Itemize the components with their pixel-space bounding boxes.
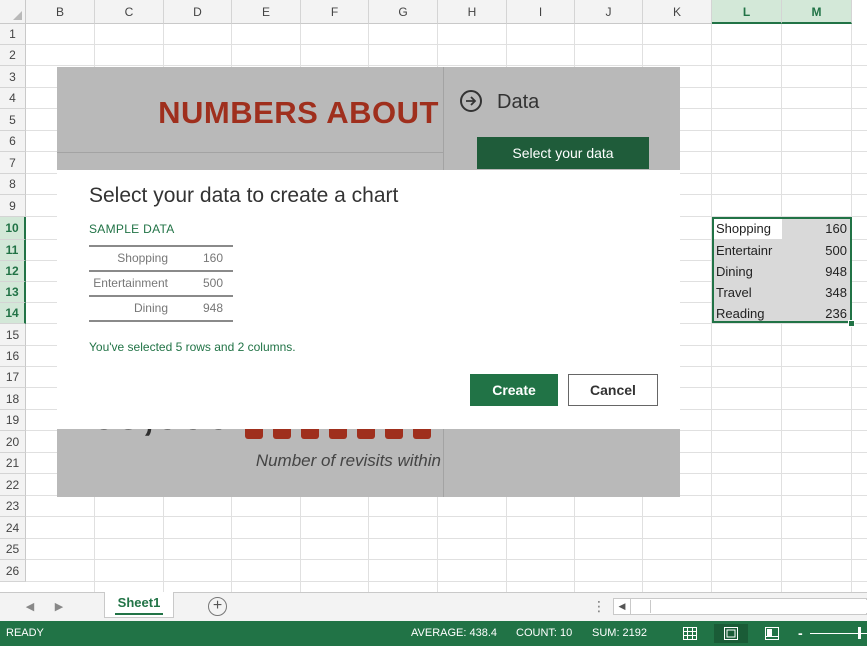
normal-view-icon[interactable] (673, 624, 707, 643)
row-header-21[interactable]: 21 (0, 453, 26, 474)
grid-hline (26, 65, 867, 66)
grid-hline (26, 538, 867, 539)
row-header-24[interactable]: 24 (0, 517, 26, 539)
row-header-7[interactable]: 7 (0, 152, 26, 174)
sample-row-value: 948 (202, 301, 223, 315)
grid-hline (26, 559, 867, 560)
cell-M12[interactable]: 948 (782, 261, 850, 282)
row-header-14[interactable]: 14 (0, 303, 26, 324)
row-header-22[interactable]: 22 (0, 474, 26, 496)
scroll-thumb[interactable] (650, 600, 867, 613)
cell-L13[interactable]: Travel (713, 282, 781, 303)
page-break-icon[interactable] (755, 624, 789, 643)
page-layout-icon[interactable] (714, 624, 748, 643)
row-header-11[interactable]: 11 (0, 240, 26, 261)
column-header-G[interactable]: G (369, 0, 438, 24)
sample-row-label: Entertainment (93, 276, 168, 290)
select-all-corner[interactable] (0, 0, 26, 24)
row-header-3[interactable]: 3 (0, 66, 26, 88)
sample-row: Dining 948 (89, 295, 233, 322)
column-header-L[interactable]: L (712, 0, 782, 24)
row-header-8[interactable]: 8 (0, 174, 26, 195)
row-header-4[interactable]: 4 (0, 88, 26, 109)
column-header-K[interactable]: K (643, 0, 712, 24)
sample-data-label: SAMPLE DATA (89, 222, 175, 236)
create-button[interactable]: Create (470, 374, 558, 406)
scroll-left-icon[interactable]: ◀ (614, 599, 631, 614)
row-header-5[interactable]: 5 (0, 109, 26, 131)
sample-row-value: 160 (202, 251, 223, 265)
row-header-23[interactable]: 23 (0, 496, 26, 517)
horizontal-scrollbar[interactable]: ◀ (613, 598, 867, 615)
cell-M11[interactable]: 500 (782, 240, 850, 261)
row-header-2[interactable]: 2 (0, 45, 26, 66)
row-header-16[interactable]: 16 (0, 346, 26, 367)
row-header-6[interactable]: 6 (0, 131, 26, 152)
column-header-J[interactable]: J (575, 0, 643, 24)
column-header-F[interactable]: F (301, 0, 369, 24)
row-header-25[interactable]: 25 (0, 539, 26, 560)
cell-L14[interactable]: Reading (713, 303, 781, 324)
cell-L12[interactable]: Dining (713, 261, 781, 282)
grid-hline (26, 44, 867, 45)
column-header-I[interactable]: I (507, 0, 575, 24)
selection-status: You've selected 5 rows and 2 columns. (89, 340, 296, 354)
row-header-20[interactable]: 20 (0, 431, 26, 453)
data-heading: Data (497, 91, 540, 113)
status-bar: READY AVERAGE: 438.4 COUNT: 10 SUM: 2192… (0, 621, 867, 646)
cell-L11[interactable]: Entertainr (713, 240, 781, 261)
select-data-button[interactable]: Select your data (477, 137, 649, 169)
revisits-text: Number of revisits within (255, 451, 441, 470)
next-sheet-icon[interactable]: ▶ (51, 597, 67, 617)
sum-readout: SUM: 2192 (592, 627, 648, 639)
sample-row-value: 500 (202, 276, 223, 290)
column-header-C[interactable]: C (95, 0, 164, 24)
add-sheet-icon[interactable]: + (208, 597, 227, 616)
arrow-circle-icon (460, 90, 482, 112)
row-header-10[interactable]: 10 (0, 217, 26, 240)
zoom-slider-thumb[interactable] (858, 627, 861, 639)
row-header-13[interactable]: 13 (0, 282, 26, 303)
grid-hline (26, 581, 867, 582)
column-header-B[interactable]: B (26, 0, 95, 24)
cell-M14[interactable]: 236 (782, 303, 850, 324)
row-header-1[interactable]: 1 (0, 24, 26, 45)
column-header-M[interactable]: M (782, 0, 852, 24)
row-header-19[interactable]: 19 (0, 410, 26, 431)
average-readout: AVERAGE: 438.4 (411, 627, 498, 639)
row-header-26[interactable]: 26 (0, 560, 26, 582)
card-rule (57, 152, 443, 153)
cell-L10[interactable]: Shopping (713, 219, 781, 239)
splitter-icon[interactable]: ⋮ (592, 598, 606, 615)
worksheet-grid[interactable]: BCDEFGHIJKLM 1 2 3 4 5 6 7 8 9 10 11 12 13 14 15 16 17 18… (0, 0, 867, 592)
row-header-15[interactable]: 15 (0, 324, 26, 346)
row-header-12[interactable]: 12 (0, 261, 26, 282)
zoom-out-button[interactable]: - (798, 625, 803, 641)
card-title: NUMBERS ABOUT (158, 95, 439, 130)
count-readout: COUNT: 10 (516, 627, 573, 639)
ready-status: READY (6, 627, 44, 639)
row-header-17[interactable]: 17 (0, 367, 26, 388)
column-header-E[interactable]: E (232, 0, 301, 24)
cell-M13[interactable]: 348 (782, 282, 850, 303)
sheet-tab[interactable]: Sheet1 (104, 592, 174, 618)
sheet-tab-bar: ◀ ▶ Sheet1 + ⋮ ◀ (0, 592, 867, 621)
sample-row-label: Dining (133, 301, 168, 315)
grid-hline (26, 516, 867, 517)
sample-row: Entertainment 500 (89, 270, 233, 295)
sample-row-label: Shopping (117, 251, 168, 265)
row-header-18[interactable]: 18 (0, 388, 26, 410)
cell-M10[interactable]: 160 (782, 219, 850, 239)
prev-sheet-icon[interactable]: ◀ (22, 597, 38, 617)
sample-row: Shopping 160 (89, 245, 233, 270)
column-header-D[interactable]: D (164, 0, 232, 24)
dialog-title: Select your data to create a chart (89, 184, 399, 207)
create-chart-dialog: Select your data to create a chart SAMPL… (57, 170, 680, 429)
column-header-H[interactable]: H (438, 0, 507, 24)
sample-data-table: Shopping 160 Entertainment 500 Dining 94… (89, 245, 233, 322)
cancel-button[interactable]: Cancel (568, 374, 658, 406)
row-header-9[interactable]: 9 (0, 195, 26, 217)
